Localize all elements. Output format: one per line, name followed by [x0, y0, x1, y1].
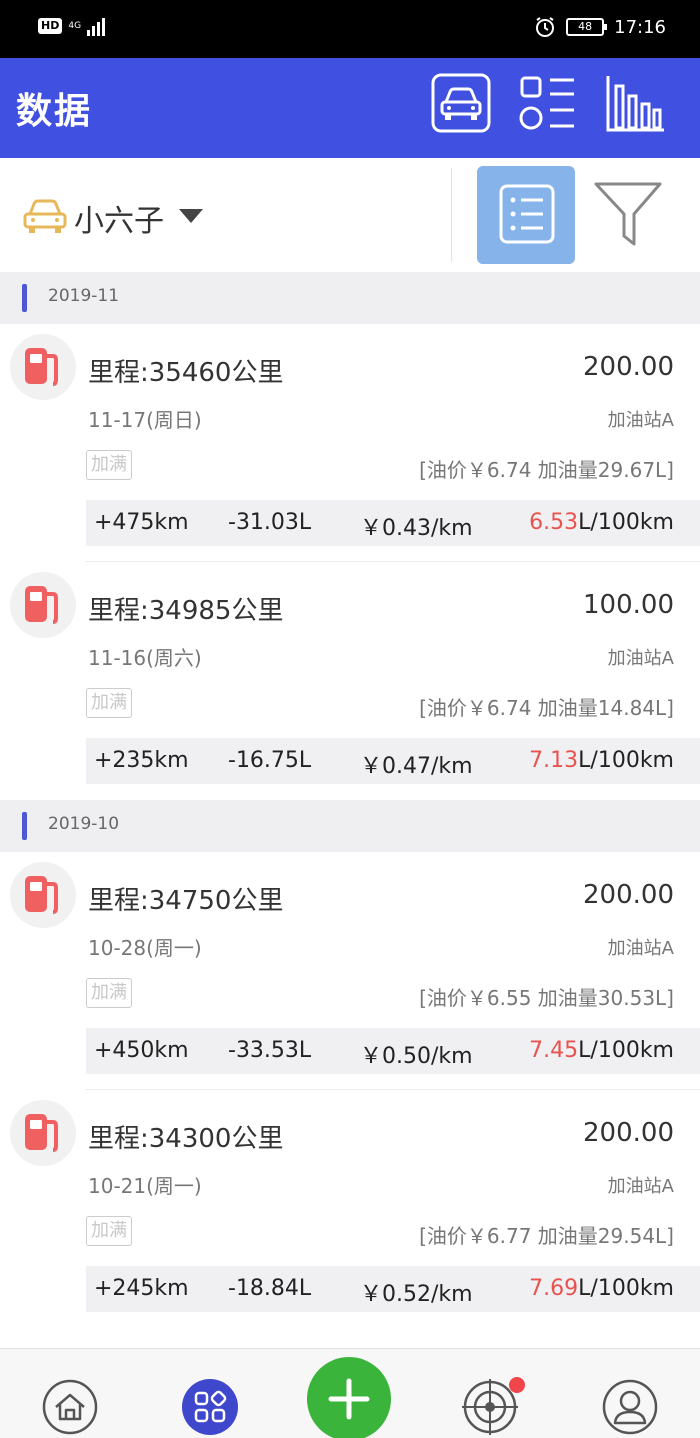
distance: +475km	[94, 510, 189, 535]
consumption: 7.45L/100km	[529, 1038, 674, 1063]
price-info: [油价￥6.55 加油量30.53L]	[419, 986, 674, 1010]
notification-dot	[509, 1377, 525, 1393]
month-label: 2019-10	[48, 814, 120, 834]
price-info: [油价￥6.74 加油量14.84L]	[419, 696, 674, 720]
full-tag: 加满	[86, 688, 132, 718]
consumption: 6.53L/100km	[529, 510, 674, 535]
stats-row: +235km -16.75L ￥0.47/km 7.13L/100km	[86, 738, 700, 784]
stats-row: +245km -18.84L ￥0.52/km 7.69L/100km	[86, 1266, 700, 1312]
amount: 200.00	[583, 352, 674, 382]
bottom-nav	[0, 1348, 700, 1438]
cost-per-km: ￥0.43/km	[360, 516, 473, 541]
car-outline-icon[interactable]	[22, 196, 68, 236]
odometer: 里程:34300公里	[88, 1124, 284, 1154]
app-header: 数据	[0, 58, 700, 158]
full-tag: 加满	[86, 1216, 132, 1246]
bar-chart-icon[interactable]	[604, 72, 666, 134]
list-view-button[interactable]	[477, 166, 575, 264]
consumption: 7.69L/100km	[529, 1276, 674, 1301]
list-item[interactable]: 里程:34985公里 100.00 11-16(周六) 加油站A 加满 [油价￥…	[0, 562, 700, 800]
consumption-unit: L/100km	[578, 1276, 674, 1301]
month-header: 2019-10	[0, 800, 700, 852]
cost-per-km: ￥0.47/km	[360, 754, 473, 779]
home-icon[interactable]	[42, 1379, 98, 1435]
full-tag: 加满	[86, 978, 132, 1008]
date: 11-17(周日)	[88, 408, 202, 432]
full-tag: 加满	[86, 450, 132, 480]
station: 加油站A	[607, 410, 674, 431]
consumption: 7.13L/100km	[529, 748, 674, 773]
list-item[interactable]: 里程:34750公里 200.00 10-28(周一) 加油站A 加满 [油价￥…	[0, 852, 700, 1090]
consumption-value: 7.45	[529, 1038, 579, 1063]
add-button[interactable]	[307, 1357, 391, 1438]
amount: 200.00	[583, 880, 674, 910]
stats-row: +450km -33.53L ￥0.50/km 7.45L/100km	[86, 1028, 700, 1074]
month-header: 2019-11	[0, 272, 700, 324]
consumption-value: 6.53	[529, 510, 579, 535]
consumption-value: 7.13	[529, 748, 579, 773]
price-info: [油价￥6.74 加油量29.67L]	[419, 458, 674, 482]
cost-per-km: ￥0.52/km	[360, 1282, 473, 1307]
date: 11-16(周六)	[88, 646, 202, 670]
odometer: 里程:34985公里	[88, 596, 284, 626]
list-view-icon	[499, 184, 555, 244]
filter-icon[interactable]	[592, 178, 664, 250]
alarm-icon	[536, 17, 555, 37]
divider	[451, 168, 452, 262]
profile-icon[interactable]	[602, 1379, 658, 1435]
apps-icon[interactable]	[182, 1379, 238, 1435]
fuel-used: -31.03L	[228, 510, 312, 535]
car-selector-bar: 小六子	[0, 158, 700, 272]
hd-badge: HD	[38, 18, 63, 34]
consumption-unit: L/100km	[578, 1038, 674, 1063]
fuel-used: -18.84L	[228, 1276, 312, 1301]
fuel-pump-icon	[10, 1100, 76, 1166]
amount: 100.00	[583, 590, 674, 620]
date: 10-28(周一)	[88, 936, 202, 960]
month-label: 2019-11	[48, 286, 120, 306]
list-menu-icon[interactable]	[518, 72, 580, 134]
station: 加油站A	[607, 938, 674, 959]
cost-per-km: ￥0.50/km	[360, 1044, 473, 1069]
page-title: 数据	[16, 91, 93, 132]
battery-icon: 48	[566, 18, 608, 36]
car-name[interactable]: 小六子	[74, 196, 164, 240]
status-left: HD 4G	[38, 16, 106, 36]
month-marker	[22, 812, 27, 840]
fuel-used: -33.53L	[228, 1038, 312, 1063]
distance: +245km	[94, 1276, 189, 1301]
dropdown-arrow-icon[interactable]	[178, 208, 204, 224]
odometer: 里程:34750公里	[88, 886, 284, 916]
list-item[interactable]: 里程:34300公里 200.00 10-21(周一) 加油站A 加满 [油价￥…	[0, 1090, 700, 1328]
odometer: 里程:35460公里	[88, 358, 284, 388]
clock: 17:16	[614, 16, 666, 38]
status-right: 48 17:16	[534, 16, 666, 38]
network-label: 4G	[68, 21, 82, 31]
fuel-pump-icon	[10, 334, 76, 400]
signal-icon	[87, 16, 106, 36]
month-marker	[22, 284, 27, 312]
consumption-unit: L/100km	[578, 748, 674, 773]
status-bar: HD 4G 48 17:16	[0, 0, 700, 58]
distance: +450km	[94, 1038, 189, 1063]
amount: 200.00	[583, 1118, 674, 1148]
list-item[interactable]: 里程:35460公里 200.00 11-17(周日) 加油站A 加满 [油价￥…	[0, 324, 700, 562]
fuel-used: -16.75L	[228, 748, 312, 773]
consumption-unit: L/100km	[578, 510, 674, 535]
add-icon	[328, 1378, 370, 1420]
station: 加油站A	[607, 1176, 674, 1197]
car-icon[interactable]	[430, 72, 492, 134]
station: 加油站A	[607, 648, 674, 669]
consumption-value: 7.69	[529, 1276, 579, 1301]
fuel-pump-icon	[10, 572, 76, 638]
date: 10-21(周一)	[88, 1174, 202, 1198]
fuel-pump-icon	[10, 862, 76, 928]
stats-row: +475km -31.03L ￥0.43/km 6.53L/100km	[86, 500, 700, 546]
price-info: [油价￥6.77 加油量29.54L]	[419, 1224, 674, 1248]
distance: +235km	[94, 748, 189, 773]
